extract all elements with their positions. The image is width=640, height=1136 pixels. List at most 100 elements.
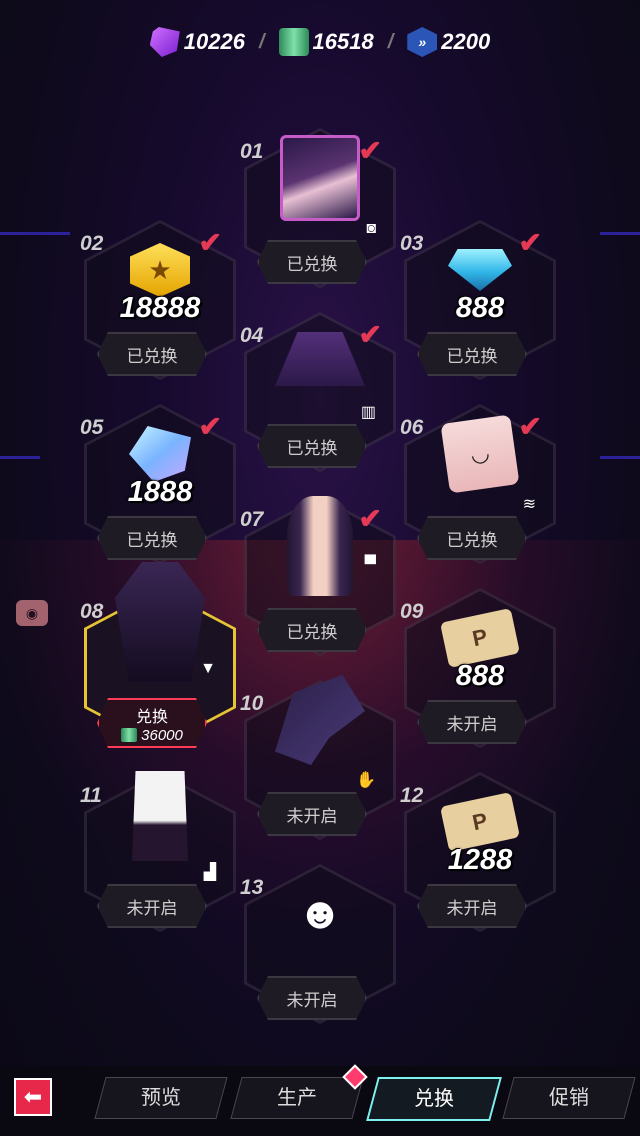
reward-node-01[interactable]: 01 ✔ ◙ 已兑换 — [230, 118, 410, 298]
locked-button[interactable]: 未开启 — [97, 884, 207, 928]
background-line — [0, 456, 40, 459]
reward-amount: 888 — [455, 292, 505, 324]
boots-icon — [132, 771, 188, 861]
purple-gem-icon — [149, 27, 180, 57]
reward-node-03[interactable]: 03 ✔ 888 已兑换 — [390, 210, 570, 390]
reward-item — [275, 322, 365, 402]
reward-item — [115, 771, 205, 861]
green-scroll-icon — [278, 28, 309, 56]
node-number: 13 — [240, 876, 264, 899]
redeemed-button[interactable]: 已兑换 — [417, 332, 527, 376]
node-number: 10 — [240, 692, 264, 715]
node-number: 12 — [400, 784, 424, 807]
avatar-slot-icon: ◙ — [366, 220, 376, 237]
reward-amount: 888 — [455, 660, 505, 692]
node-number: 01 — [240, 140, 264, 163]
node-number: 08 — [80, 600, 104, 623]
reward-node-08[interactable]: 08 ▼ 兑换 36000 — [70, 562, 250, 758]
character-avatar-icon — [280, 135, 360, 221]
separator: / — [258, 30, 265, 53]
reward-amount: 1888 — [127, 476, 193, 508]
reward-item — [115, 562, 205, 682]
reward-node-12[interactable]: 12 P 1288 未开启 — [390, 762, 570, 942]
dress-icon — [115, 562, 205, 682]
reward-node-02[interactable]: 02 ✔ ★ 18888 已兑换 — [70, 210, 250, 390]
pants-slot-icon: ▥ — [360, 404, 376, 421]
top-slot-icon: ▼ — [200, 660, 216, 677]
ticket-icon: P — [440, 608, 520, 668]
reward-item — [275, 135, 365, 221]
locked-button[interactable]: 未开启 — [417, 884, 527, 928]
tab-preview[interactable]: 预览 — [94, 1077, 228, 1119]
crystal-icon — [129, 426, 191, 482]
ticket-icon: P — [440, 792, 520, 852]
camera-icon[interactable]: ◉ — [16, 600, 48, 626]
redeem-button[interactable]: 兑换 36000 — [97, 698, 207, 748]
reward-node-05[interactable]: 05 ✔ 1888 已兑换 — [70, 394, 250, 574]
separator: / — [387, 30, 394, 53]
green-scroll-icon — [121, 728, 138, 742]
redeemed-button[interactable]: 已兑换 — [257, 240, 367, 284]
tab-promotion[interactable]: 促销 — [502, 1077, 636, 1119]
reward-node-04[interactable]: 04 ✔ ▥ 已兑换 — [230, 302, 410, 482]
tab-produce[interactable]: 生产 — [230, 1077, 364, 1119]
reward-node-06[interactable]: 06 ✔ ◡ ≋ 已兑换 — [390, 394, 570, 574]
currency-value: 2200 — [441, 29, 491, 54]
background-line — [600, 456, 640, 459]
shoe-slot-icon: ▟ — [203, 864, 216, 881]
tab-label: 促销 — [549, 1087, 589, 1109]
reward-item: ◡ — [435, 414, 525, 494]
gloves-icon — [275, 675, 365, 765]
currency-value: 16518 — [312, 29, 374, 54]
reward-node-11[interactable]: 11 ▟ 未开启 — [70, 762, 250, 942]
redeemed-button[interactable]: 已兑换 — [417, 516, 527, 560]
node-number: 05 — [80, 416, 104, 439]
blue-diamond-icon — [448, 249, 512, 291]
reward-node-09[interactable]: 09 P 888 未开启 — [390, 578, 570, 758]
redeemed-button[interactable]: 已兑换 — [257, 424, 367, 468]
redeem-cost: 36000 — [121, 727, 183, 744]
locked-button[interactable]: 未开启 — [417, 700, 527, 744]
redeem-label: 兑换 — [135, 708, 168, 726]
redeemed-button[interactable]: 已兑换 — [257, 608, 367, 652]
node-number: 07 — [240, 508, 264, 531]
tab-redeem[interactable]: 兑换 — [366, 1077, 502, 1121]
currency-green-scroll: 16518 — [278, 28, 374, 56]
tab-label: 预览 — [141, 1087, 181, 1109]
skirt-icon — [275, 332, 365, 386]
reward-amount: 1288 — [447, 844, 513, 876]
redeemed-button[interactable]: 已兑换 — [97, 516, 207, 560]
currency-blue-badge: » 2200 — [407, 27, 490, 57]
hat-slot-icon: ▀ — [364, 556, 376, 573]
locked-button[interactable]: 未开启 — [257, 976, 367, 1020]
locked-button[interactable]: 未开启 — [257, 792, 367, 836]
reward-item — [275, 496, 365, 596]
cost-value: 36000 — [141, 726, 183, 744]
tab-label: 兑换 — [414, 1088, 454, 1110]
node-number: 11 — [80, 784, 102, 807]
eye-makeup-icon: ◡ — [440, 414, 520, 494]
node-number: 02 — [80, 232, 104, 255]
reward-amount: 18888 — [119, 292, 201, 324]
currency-value: 10226 — [183, 29, 245, 54]
node-number: 09 — [400, 600, 424, 623]
node-number: 04 — [240, 324, 264, 347]
node-number: 03 — [400, 232, 424, 255]
reward-node-10[interactable]: 10 ✋ 未开启 — [230, 670, 410, 850]
currency-bar: 10226 / 16518 / » 2200 — [0, 22, 640, 62]
reward-item — [275, 675, 365, 765]
reward-node-07[interactable]: 07 ✔ ▀ 已兑换 — [230, 486, 410, 666]
blue-chevron-badge-icon: » — [407, 27, 438, 57]
gold-coin-icon: ★ — [130, 243, 190, 297]
currency-purple-gem: 10226 — [149, 27, 245, 57]
reward-node-13[interactable]: 13 ☻ 未开启 — [230, 854, 410, 1034]
pose-figure-icon: ☻ — [296, 889, 344, 938]
glove-slot-icon: ✋ — [356, 772, 376, 789]
background-line — [600, 232, 640, 235]
background-line — [0, 232, 70, 235]
hairstyle-icon — [287, 496, 353, 596]
node-number: 06 — [400, 416, 424, 439]
redeemed-button[interactable]: 已兑换 — [97, 332, 207, 376]
eye-slot-icon: ≋ — [522, 496, 536, 513]
back-arrow-icon[interactable]: ⬅ — [14, 1078, 52, 1116]
